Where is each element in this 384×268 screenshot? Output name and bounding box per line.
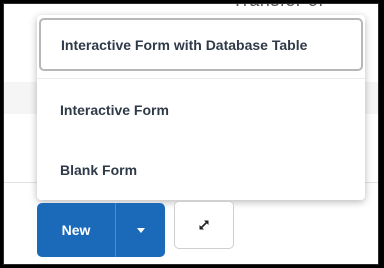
background-heading-text: Transfer of	[232, 4, 324, 11]
menu-item-blank-form[interactable]: Blank Form	[37, 145, 365, 195]
menu-item-interactive-form-with-database-table[interactable]: Interactive Form with Database Table	[39, 18, 363, 71]
expand-button[interactable]	[174, 201, 234, 249]
menu-item-label: Interactive Form	[60, 102, 169, 118]
menu-item-interactive-form[interactable]: Interactive Form	[37, 85, 365, 135]
expand-diagonal-arrows-icon	[199, 220, 209, 230]
new-split-button: New	[37, 203, 165, 257]
app-frame: Transfer of on Interactive Form with Dat…	[3, 3, 379, 265]
menu-divider	[37, 78, 365, 79]
caret-down-icon	[136, 227, 145, 233]
menu-item-label: Interactive Form with Database Table	[61, 36, 308, 53]
new-menu-toggle-button[interactable]	[116, 203, 165, 257]
new-form-dropdown-menu: Interactive Form with Database Table Int…	[37, 15, 365, 200]
new-button[interactable]: New	[37, 203, 115, 257]
menu-item-label: Blank Form	[60, 162, 138, 178]
